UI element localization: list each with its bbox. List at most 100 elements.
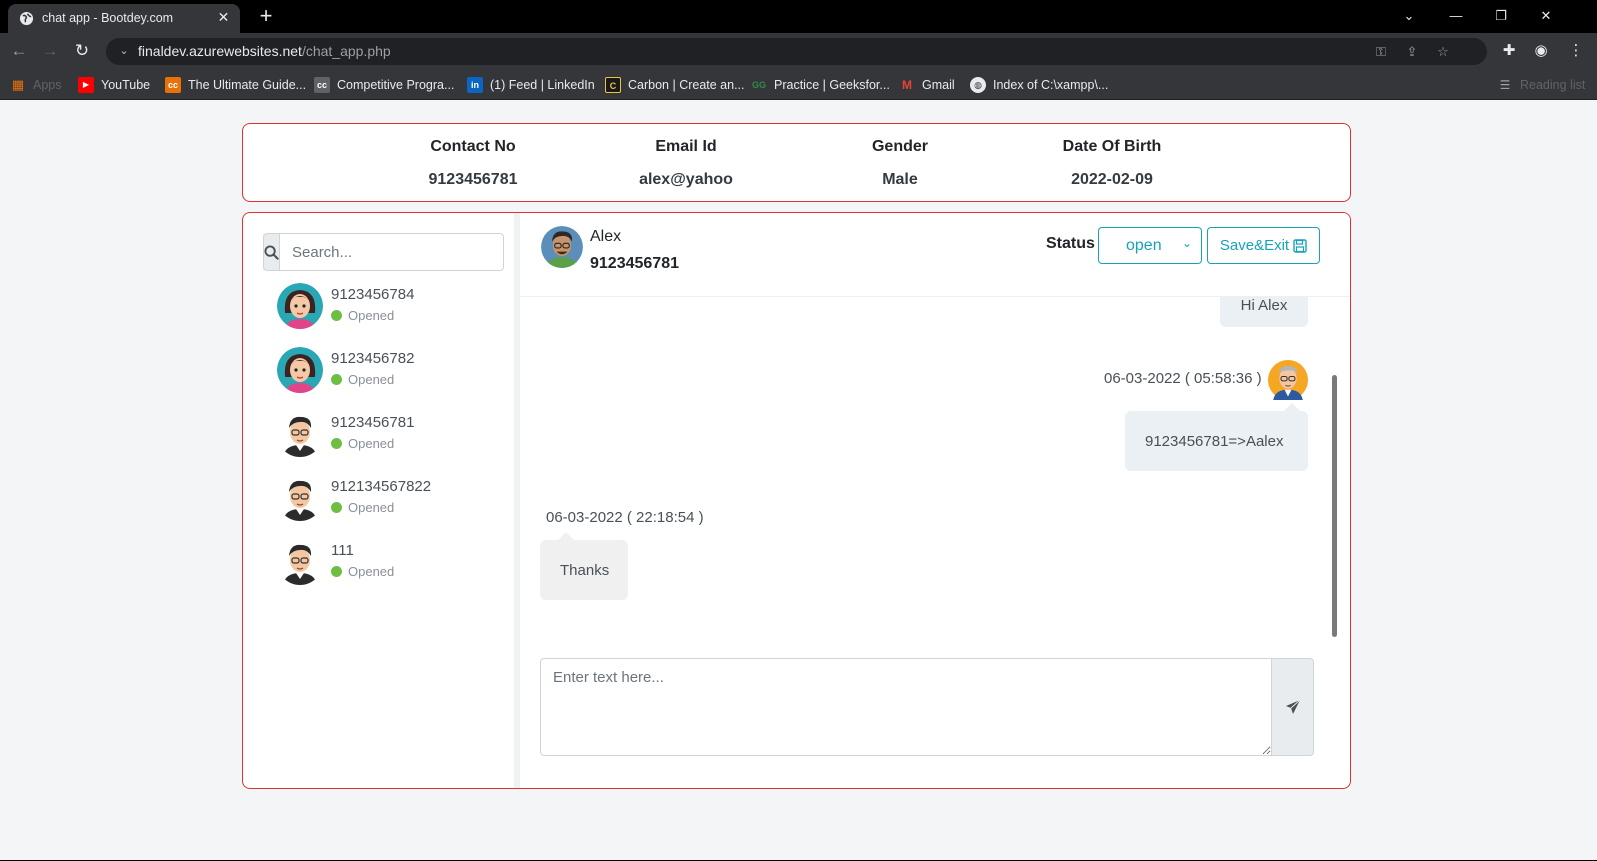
person-status: Opened [331,564,394,579]
contact-avatar [541,226,583,268]
minimize-icon[interactable]: — [1446,6,1466,26]
person-status: Opened [331,308,394,323]
people-list-panel: 9123456784 Opened 9123456782 Opened 9123… [243,213,520,788]
extensions-puzzle-icon[interactable]: ✚ [1498,40,1520,62]
person-name: 9123456784 [331,286,415,303]
restore-icon[interactable]: ❐ [1491,6,1511,26]
site-info-chevron-icon[interactable]: ⌄ [116,43,132,59]
menu-kebab-icon[interactable]: ⋮ [1565,40,1587,62]
person-name: 111 [331,542,354,559]
dob-value: 2022-02-09 [1071,171,1153,188]
gender-value: Male [882,171,918,188]
close-tab-icon[interactable]: ✕ [215,9,232,26]
send-button[interactable] [1272,658,1314,756]
dob-label: Date Of Birth [1062,138,1162,155]
user-info-card: Contact No 9123456781 Email Id alex@yaho… [242,123,1351,202]
carbon-icon: C [605,76,621,93]
avatar [277,475,323,521]
bookmark-cc-icon: cc [165,76,181,93]
floppy-disk-icon [1293,238,1307,253]
bookmark-gmail[interactable]: M Gmail [899,75,955,94]
email-label: Email Id [655,138,717,155]
geeksforgeeks-icon: GG [751,79,766,90]
message-timestamp: 06-03-2022 ( 05:58:36 ) [1104,370,1262,387]
avatar [277,283,323,329]
youtube-icon: ▶ [78,76,94,93]
message-bubble-received: Thanks [540,540,628,600]
profile-avatar-icon[interactable]: ◉ [1530,40,1552,62]
search-group [263,233,504,271]
online-dot-icon [331,310,342,321]
message-timestamp: 06-03-2022 ( 22:18:54 ) [546,509,704,526]
save-exit-label: Save&Exit [1219,237,1290,254]
bubble-tail [558,532,574,540]
person-item[interactable]: 9123456781 Opened [277,409,507,459]
globe-icon: ◍ [970,76,986,93]
chat-card: 9123456784 Opened 9123456782 Opened 9123… [242,212,1351,789]
online-dot-icon [331,502,342,513]
address-bar[interactable]: ⌄ finaldev.azurewebsites.net/chat_app.ph… [106,38,1487,65]
sender-avatar [1268,360,1308,400]
contact-label: Contact No [430,138,516,155]
new-tab-button[interactable]: + [255,5,277,28]
person-item[interactable]: 912134567822 Opened [277,473,507,523]
share-icon[interactable]: ⇪ [1403,43,1421,61]
linkedin-icon: in [467,76,483,93]
person-item[interactable]: 111 Opened [277,537,507,587]
close-window-icon[interactable]: ✕ [1536,6,1556,26]
bookmark-ultimate-guide[interactable]: cc The Ultimate Guide... [165,75,306,94]
browser-toolbar: ← → ↻ ⌄ finaldev.azurewebsites.net/chat_… [0,33,1597,69]
bookmark-star-icon[interactable]: ☆ [1434,43,1452,61]
reading-list-icon: ☰ [1499,77,1511,92]
email-value: alex@yahoo [639,171,733,188]
tab-title: chat app - Bootdey.com [42,11,174,25]
online-dot-icon [331,566,342,577]
person-item[interactable]: 9123456784 Opened [277,281,507,331]
person-name: 9123456781 [331,414,415,431]
reload-icon[interactable]: ↻ [71,40,93,62]
gender-label: Gender [871,138,928,155]
key-icon[interactable]: ⚿ [1372,43,1390,61]
online-dot-icon [331,438,342,449]
person-name: 912134567822 [331,478,432,495]
person-name: 9123456782 [331,350,415,367]
person-item[interactable]: 9123456782 Opened [277,345,507,395]
status-label: Status [1046,235,1095,252]
contact-value: 9123456781 [428,171,518,188]
browser-tab[interactable]: chat app - Bootdey.com ✕ [8,4,240,33]
search-icon[interactable] [263,233,280,271]
chat-messages[interactable]: Hi Alex 06-03-2022 ( 05:58:36 ) 91234567… [520,297,1350,652]
avatar [277,539,323,585]
back-icon[interactable]: ← [8,40,30,62]
person-status: Opened [331,436,394,451]
forward-icon[interactable]: → [39,40,61,62]
paper-plane-icon [1285,699,1300,714]
messages-scrollbar[interactable] [1332,297,1337,652]
search-input[interactable] [280,233,504,271]
message-input[interactable] [540,658,1272,756]
apps-grid-icon: ▦ [11,76,25,92]
avatar [277,347,323,393]
contact-name: Alex [590,228,622,245]
bookmark-geeksforgeeks[interactable]: GG Practice | Geeksfor... [751,75,890,94]
avatar [277,411,323,457]
bookmark-apps[interactable]: ▦ Apps [10,75,62,94]
reading-list-button[interactable]: ☰ Reading list [1497,75,1586,94]
online-dot-icon [331,374,342,385]
person-status: Opened [331,500,394,515]
bookmark-cc-icon: cc [314,76,330,93]
browser-tab-strip: chat app - Bootdey.com ✕ + ⌄ — ❐ ✕ [0,0,1597,33]
save-exit-button[interactable]: Save&Exit [1207,227,1320,264]
url-text: finaldev.azurewebsites.net/chat_app.php [138,43,391,59]
tab-search-icon[interactable]: ⌄ [1399,6,1419,26]
bookmarks-bar: ▦ Apps ▶ YouTube cc The Ultimate Guide..… [0,69,1597,100]
bookmark-youtube[interactable]: ▶ YouTube [78,75,150,94]
bookmark-competitive-programming[interactable]: cc Competitive Progra... [314,75,454,94]
chevron-down-icon: ⌄ [1181,236,1192,250]
bookmark-xampp-index[interactable]: ◍ Index of C:\xampp\... [970,75,1108,94]
bookmark-carbon[interactable]: C Carbon | Create an... [605,75,745,94]
status-select[interactable]: open ⌄ [1098,227,1202,264]
bookmark-linkedin[interactable]: in (1) Feed | LinkedIn [467,75,595,94]
scrollbar-thumb[interactable] [1332,375,1337,637]
message-bubble-sent: Hi Alex [1220,297,1308,327]
